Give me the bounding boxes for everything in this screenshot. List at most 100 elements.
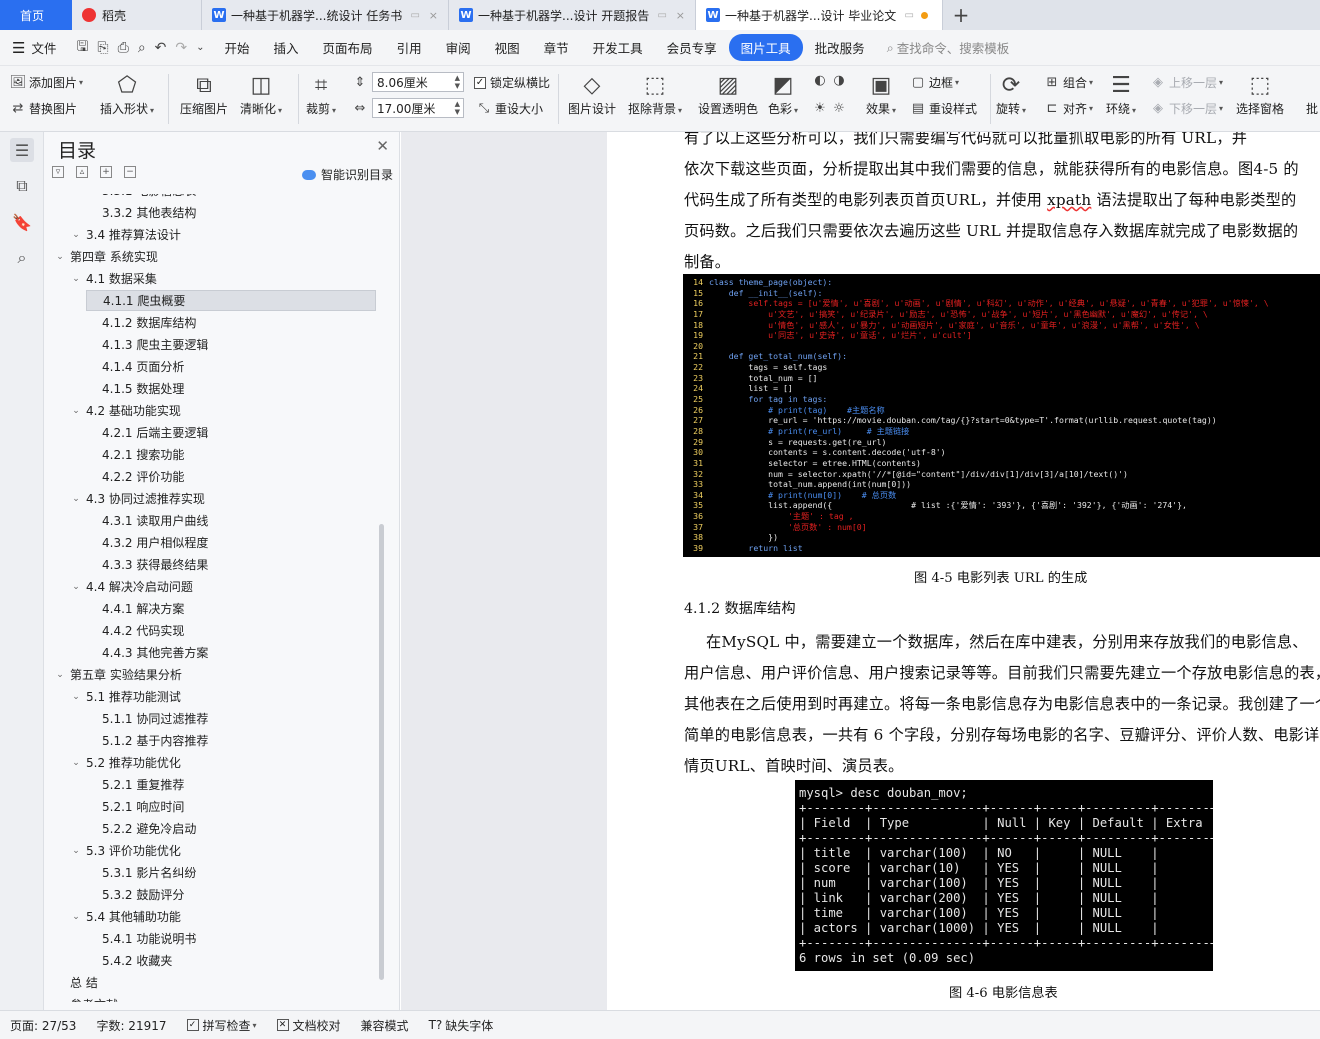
toc-toggle-chevron-icon[interactable]: ⌄ (70, 230, 82, 240)
toc-item[interactable]: 4.1.2 数据库结构 (86, 312, 196, 333)
toc-scrollbar[interactable] (379, 524, 384, 980)
tab-close-icon[interactable]: × (429, 9, 438, 22)
menu-section[interactable]: 章节 (532, 38, 581, 57)
toc-item[interactable]: 4.1.5 数据处理 (86, 378, 184, 399)
sharpen-button[interactable]: ◫ 清晰化 ▾ (240, 70, 282, 117)
smart-toc-button[interactable]: 智能识别目录 (301, 166, 393, 183)
toc-item[interactable]: 5.2.2 避免冷启动 (86, 818, 196, 839)
effect-button[interactable]: ▣ 效果 ▾ (866, 70, 896, 117)
toc-item[interactable]: 3.3.1 电影信息表 (86, 194, 196, 201)
print-preview-icon[interactable]: ⌕ (138, 40, 146, 56)
toc-toggle-chevron-icon[interactable]: ⌄ (70, 406, 82, 416)
undo-icon[interactable]: ↶ (155, 40, 167, 56)
customize-chevron-icon[interactable]: ⌄ (196, 42, 204, 53)
toc-item[interactable]: ⌄ 5.2 推荐功能优化 (70, 752, 181, 773)
tab-daoke[interactable]: 稻壳 (72, 0, 202, 30)
wrap-button[interactable]: ☰ 环绕 ▾ (1106, 70, 1136, 117)
toc-toggle-chevron-icon[interactable]: ⌄ (70, 582, 82, 592)
tab-home[interactable]: 首页 (0, 0, 72, 30)
new-tab-button[interactable]: + (943, 0, 979, 30)
crop-button[interactable]: ⌗ 裁剪 ▾ (306, 70, 336, 117)
toc-item[interactable]: 总 结 (54, 972, 98, 993)
file-menu[interactable]: ☰ 文件 (0, 38, 68, 57)
menu-layout[interactable]: 页面布局 (311, 38, 385, 57)
spell-check-button[interactable]: ✓ 拼写检查 ▾ (177, 1017, 267, 1034)
spin-arrows-icon[interactable]: ▲ ▼ (455, 74, 460, 90)
doc-proof-button[interactable]: ✕ 文档校对 (267, 1017, 351, 1034)
toc-item[interactable]: 4.4.3 其他完善方案 (86, 642, 208, 663)
remove-background-button[interactable]: ⬚ 抠除背景 ▾ (628, 70, 682, 117)
collapse-all-icon[interactable]: ▵ (76, 166, 88, 178)
tab-doc-thesis[interactable]: W 一种基于机器学...设计 毕业论文 ▭ (696, 0, 943, 30)
toc-item[interactable]: 4.3.1 读取用户曲线 (86, 510, 208, 531)
menu-insert[interactable]: 插入 (262, 38, 311, 57)
add-image-button[interactable]: 🖼 添加图片 ▾ (10, 74, 83, 91)
width-input[interactable]: 17.00厘米 ▲ ▼ (372, 98, 464, 118)
toc-toggle-chevron-icon[interactable]: ⌄ (70, 758, 82, 768)
toc-item[interactable]: 5.3.2 鼓励评分 (86, 884, 184, 905)
search-icon[interactable]: ⌕ (10, 246, 34, 270)
toc-item[interactable]: 3.3.2 其他表结构 (86, 202, 196, 223)
send-backward-button[interactable]: ◈ 下移一层 ▾ (1150, 100, 1223, 117)
lock-ratio-checkbox[interactable]: ✓ 锁定纵横比 (474, 74, 550, 91)
toc-item[interactable]: ⌄ 5.4 其他辅助功能 (70, 906, 181, 927)
insert-shape-button[interactable]: ⬠ 插入形状 ▾ (100, 70, 154, 117)
contrast-up-icon[interactable]: ◐ ◑ (812, 72, 850, 88)
bookmark-icon[interactable]: 🔖 (10, 210, 34, 234)
toc-item[interactable]: 4.1.3 爬虫主要逻辑 (86, 334, 208, 355)
bring-forward-button[interactable]: ◈ 上移一层 ▾ (1150, 74, 1223, 91)
border-button[interactable]: ▢ 边框 ▾ (910, 74, 959, 91)
close-icon[interactable]: ✕ (376, 137, 389, 155)
toc-item[interactable]: ⌄ 3.4 推荐算法设计 (70, 224, 181, 245)
code-screenshot-figure[interactable]: 14 class theme_page(object): 15 def __init… (683, 274, 1320, 557)
batch-button[interactable]: 批 (1306, 100, 1318, 117)
toc-item[interactable]: 4.3.2 用户相似程度 (86, 532, 208, 553)
expand-all-icon[interactable]: ▿ (52, 166, 64, 178)
redo-icon[interactable]: ↷ (175, 40, 187, 56)
mysql-screenshot-figure[interactable]: mysql> desc douban_mov; +--------+-------… (795, 780, 1213, 971)
toc-item[interactable]: ⌄ 第五章 实验结果分析 (54, 664, 182, 685)
toc-item[interactable]: 4.1.1 爬虫概要 (86, 290, 376, 311)
toc-item[interactable]: ⌄ 4.2 基础功能实现 (70, 400, 181, 421)
export-pdf-icon[interactable]: ⎘ (97, 40, 108, 56)
toc-item[interactable]: 5.1.1 协同过滤推荐 (86, 708, 208, 729)
toc-toggle-chevron-icon[interactable]: ⌄ (54, 252, 66, 262)
toc-item[interactable]: 4.3.3 获得最终结果 (86, 554, 208, 575)
toc-item[interactable]: ⌄ 4.1 数据采集 (70, 268, 157, 289)
toc-panel-icon[interactable]: ☰ (10, 138, 34, 162)
toc-toggle-chevron-icon[interactable]: ⌄ (54, 670, 66, 680)
toc-toggle-chevron-icon[interactable]: ⌄ (70, 846, 82, 856)
toc-item[interactable]: 4.1.4 页面分析 (86, 356, 184, 377)
selection-pane-button[interactable]: ⬚ 选择窗格 (1236, 70, 1284, 117)
menu-review[interactable]: 审阅 (434, 38, 483, 57)
menu-member[interactable]: 会员专享 (655, 38, 729, 57)
toc-item[interactable]: 5.3.1 影片名纠纷 (86, 862, 196, 883)
toc-item[interactable]: ⌄ 4.3 协同过滤推荐实现 (70, 488, 205, 509)
save-icon[interactable]: 🖫 (76, 36, 88, 60)
align-button[interactable]: ⊏ 对齐 ▾ (1044, 100, 1093, 117)
reset-size-button[interactable]: ⤡ 重设大小 (476, 100, 543, 117)
rotate-button[interactable]: ⟳ 旋转 ▾ (996, 70, 1026, 117)
compress-image-button[interactable]: ⧉ 压缩图片 (180, 70, 228, 117)
menu-picture-tools[interactable]: 图片工具 (728, 34, 803, 61)
replace-image-button[interactable]: ⇄ 替换图片 (10, 100, 77, 117)
toc-item[interactable]: 参考文献 (54, 994, 118, 1002)
command-search[interactable]: ⌕ 查找命令、搜索模板 (887, 38, 1010, 57)
toc-item[interactable]: 4.2.2 评价功能 (86, 466, 184, 487)
toc-toggle-chevron-icon[interactable]: ⌄ (70, 912, 82, 922)
brightness-icon[interactable]: ☀ ☼ (812, 100, 850, 116)
toc-item[interactable]: 5.4.1 功能说明书 (86, 928, 196, 949)
remove-heading-icon[interactable]: − (124, 166, 136, 178)
tab-close-icon[interactable]: × (676, 9, 685, 22)
toc-item[interactable]: 5.4.2 收藏夹 (86, 950, 172, 971)
tab-doc-proposal[interactable]: W 一种基于机器学...设计 开题报告 ▭ × (449, 0, 696, 30)
toc-item[interactable]: 4.2.1 后端主要逻辑 (86, 422, 208, 443)
toc-item[interactable]: ⌄ 第四章 系统实现 (54, 246, 158, 267)
color-button[interactable]: ◩ 色彩 ▾ (768, 70, 798, 117)
spin-arrows-icon[interactable]: ▲ ▼ (455, 100, 460, 116)
toc-item[interactable]: 4.4.2 代码实现 (86, 620, 184, 641)
reset-style-button[interactable]: ▤ 重设样式 (910, 100, 977, 117)
toc-item[interactable]: ⌄ 5.1 推荐功能测试 (70, 686, 181, 707)
toc-item[interactable]: 5.1.2 基于内容推荐 (86, 730, 208, 751)
menu-home[interactable]: 开始 (213, 38, 262, 57)
